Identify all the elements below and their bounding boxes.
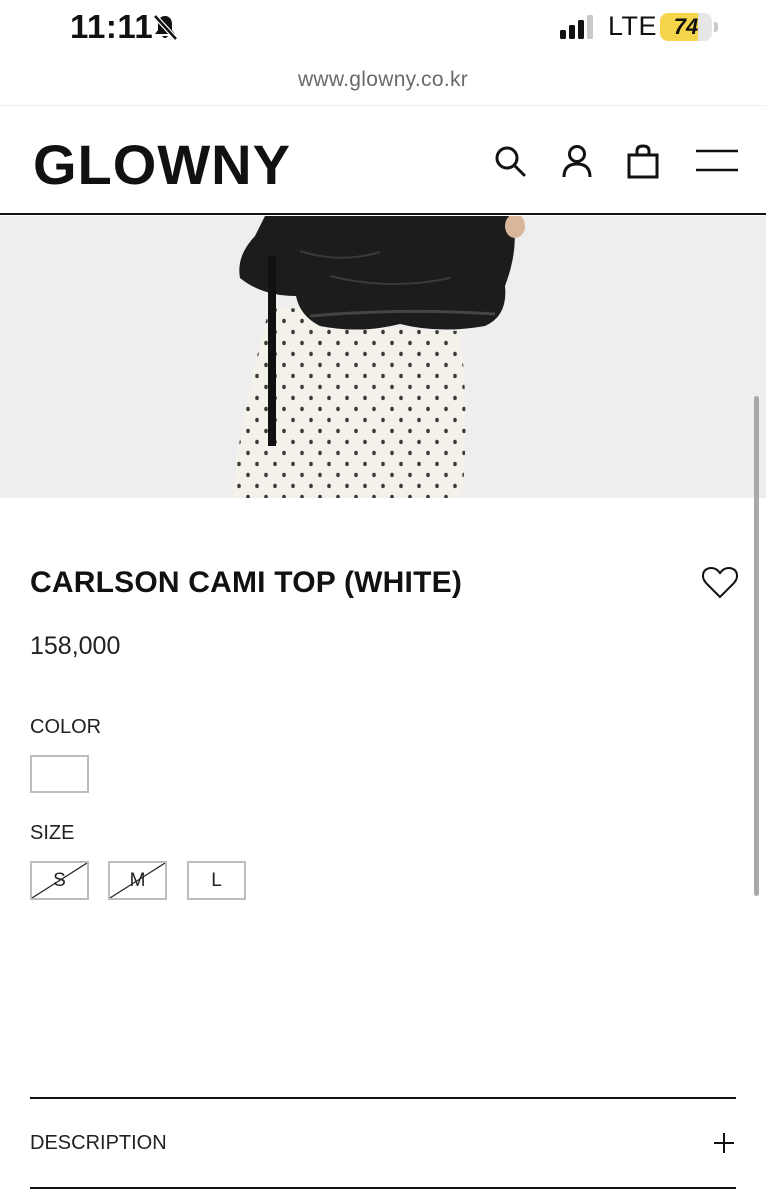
product-image[interactable] — [0, 216, 766, 498]
shopping-bag-icon[interactable] — [625, 143, 661, 179]
network-type: LTE — [608, 11, 658, 41]
site-header: GLOWNY — [0, 107, 766, 215]
size-option-m[interactable]: M — [108, 861, 167, 900]
user-icon[interactable] — [559, 143, 595, 179]
color-label: COLOR — [30, 716, 102, 738]
battery-icon: 74 — [660, 13, 712, 41]
status-time: 11:11 — [70, 8, 154, 45]
sold-out-strike — [32, 863, 87, 898]
plus-icon[interactable] — [713, 1132, 735, 1154]
divider — [30, 1097, 736, 1099]
size-label: SIZE — [30, 822, 75, 844]
product-title: CARLSON CAMI TOP (WHITE) — [30, 566, 463, 599]
product-photo-illustration — [0, 216, 766, 498]
browser-url-bar[interactable]: www.glowny.co.kr — [0, 56, 766, 106]
heart-outline-icon[interactable] — [701, 566, 739, 600]
battery-cap — [714, 22, 718, 32]
bell-slash-icon — [150, 12, 180, 42]
status-bar: 11:11 LTE 74 — [0, 0, 766, 56]
hamburger-menu-icon[interactable] — [694, 143, 740, 179]
search-icon[interactable] — [492, 143, 528, 179]
size-option-s[interactable]: S — [30, 861, 89, 900]
signal-bars-icon — [560, 15, 600, 39]
page-scrollbar[interactable] — [754, 396, 759, 896]
description-accordion-label[interactable]: DESCRIPTION — [30, 1132, 167, 1155]
url-text[interactable]: www.glowny.co.kr — [298, 68, 468, 92]
sold-out-strike — [110, 863, 165, 898]
size-option-l[interactable]: L — [187, 861, 246, 900]
battery-level: 74 — [673, 14, 699, 39]
size-option-label: L — [211, 870, 222, 891]
color-swatch-white[interactable] — [30, 755, 89, 793]
site-logo[interactable]: GLOWNY — [33, 132, 291, 197]
divider — [30, 1187, 736, 1189]
product-price: 158,000 — [30, 632, 121, 660]
